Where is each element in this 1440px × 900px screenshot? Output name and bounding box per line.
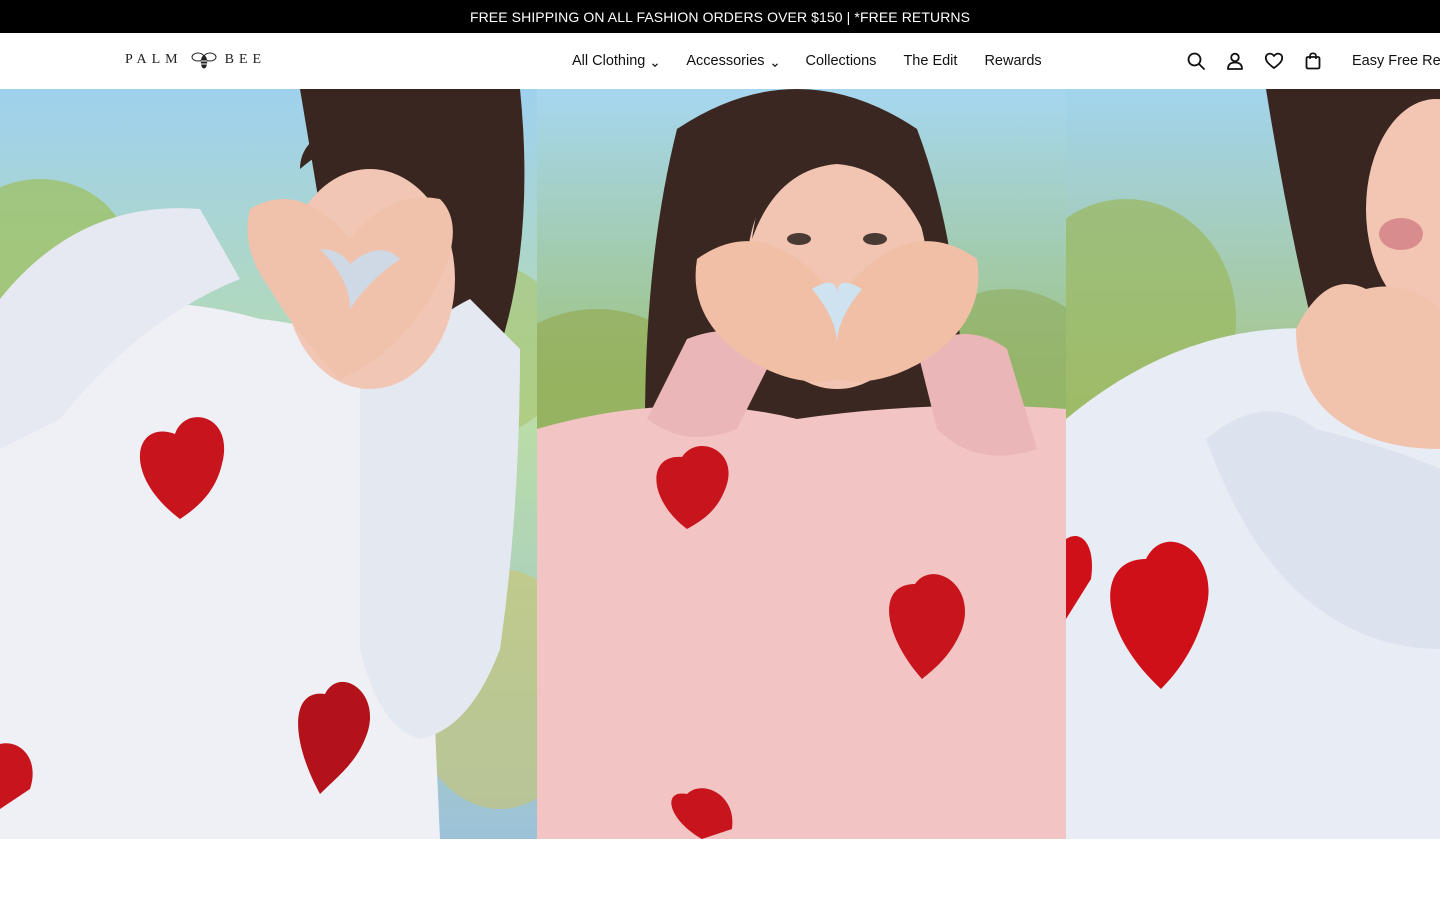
chevron-down-icon <box>651 57 659 68</box>
hero-image-white-heart-sweater[interactable] <box>0 89 537 839</box>
header-icons <box>1185 33 1341 89</box>
cart-bag-icon[interactable] <box>1302 50 1324 72</box>
promo-text: Easy Free Retu <box>1352 53 1440 69</box>
logo[interactable]: PALM BEE <box>125 49 266 71</box>
nav-collections[interactable]: Collections <box>806 53 877 69</box>
nav-the-edit[interactable]: The Edit <box>903 53 957 69</box>
below-hero-space <box>0 839 1440 900</box>
nav-collections-label: Collections <box>805 53 877 69</box>
easy-free-returns-link[interactable]: Easy Free Retu <box>1352 33 1440 89</box>
nav-all-clothing-label: All Clothing <box>572 53 646 69</box>
logo-text-right: BEE <box>224 52 267 67</box>
logo-text-left: PALM <box>125 52 183 67</box>
nav-all-clothing[interactable]: All Clothing <box>572 53 659 69</box>
hero-banner[interactable] <box>0 89 1440 839</box>
account-icon[interactable] <box>1224 50 1246 72</box>
chevron-down-icon <box>771 57 779 68</box>
announcement-text: FREE SHIPPING ON ALL FASHION ORDERS OVER… <box>469 8 971 25</box>
hero-image-pink-heart-sweater[interactable] <box>537 89 1066 839</box>
bee-logo-icon <box>191 49 217 71</box>
nav-rewards-label: Rewards <box>984 53 1042 69</box>
nav-rewards[interactable]: Rewards <box>984 53 1041 69</box>
main-nav: All Clothing Accessories Collections The… <box>572 33 1069 89</box>
site-header: PALM BEE All Clothing Accessories Collec… <box>0 33 1440 89</box>
hero-image-white-heart-sweater-blowing-kiss[interactable] <box>1066 89 1440 839</box>
search-icon[interactable] <box>1185 50 1207 72</box>
announcement-bar: FREE SHIPPING ON ALL FASHION ORDERS OVER… <box>0 0 1440 33</box>
wishlist-heart-icon[interactable] <box>1263 50 1285 72</box>
nav-the-edit-label: The Edit <box>903 53 958 69</box>
nav-accessories-label: Accessories <box>686 53 765 69</box>
nav-accessories[interactable]: Accessories <box>686 53 778 69</box>
